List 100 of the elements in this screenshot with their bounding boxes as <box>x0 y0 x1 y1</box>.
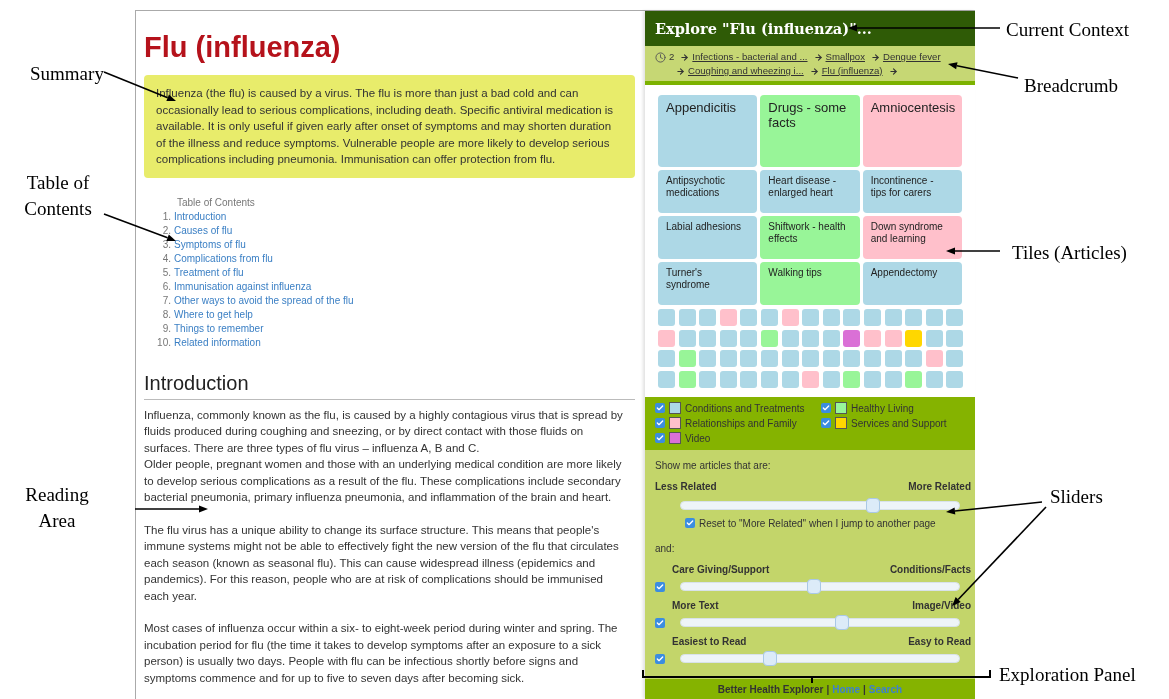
article-tile[interactable]: Appendicitis <box>658 95 758 167</box>
slider-thumb[interactable] <box>807 579 822 594</box>
checkbox[interactable] <box>655 403 665 413</box>
mini-tile[interactable] <box>822 370 840 388</box>
toc-link[interactable]: Treatment of flu <box>174 265 244 280</box>
article-tile[interactable]: Drugs - some facts <box>760 95 860 167</box>
mini-tile[interactable] <box>760 309 778 326</box>
mini-tile[interactable] <box>925 309 943 326</box>
mini-tile[interactable] <box>658 329 675 347</box>
breadcrumb-link[interactable]: Dengue fever <box>883 50 941 64</box>
mini-tile[interactable] <box>740 309 758 326</box>
article-tile[interactable]: Amniocentesis <box>862 95 962 167</box>
mini-tile[interactable] <box>905 329 923 347</box>
mini-tile[interactable] <box>781 350 799 367</box>
mini-tile[interactable] <box>781 370 799 388</box>
article-tile[interactable]: Labial adhesions <box>658 216 758 259</box>
mini-tile[interactable] <box>802 350 820 367</box>
slider-track[interactable] <box>680 654 960 663</box>
mini-tile[interactable] <box>760 370 778 388</box>
mini-tile[interactable] <box>843 309 861 326</box>
mini-tile[interactable] <box>781 329 799 347</box>
checkbox[interactable] <box>821 403 831 413</box>
toc-link[interactable]: Things to remember <box>174 321 264 336</box>
mini-tile[interactable] <box>946 350 964 367</box>
mini-tile[interactable] <box>760 350 778 367</box>
mini-tile[interactable] <box>699 309 717 326</box>
toc-link[interactable]: Other ways to avoid the spread of the flu <box>174 293 354 308</box>
toc-link[interactable]: Complications from flu <box>174 251 273 266</box>
mini-tile[interactable] <box>925 350 943 367</box>
mini-tile[interactable] <box>760 329 778 347</box>
slider-track[interactable] <box>680 618 960 627</box>
breadcrumb-link[interactable]: Infections - bacterial and ... <box>692 50 808 64</box>
mini-tile[interactable] <box>843 350 861 367</box>
article-tile[interactable]: Turner's syndrome <box>658 262 758 305</box>
mini-tile[interactable] <box>740 329 758 347</box>
mini-tile[interactable] <box>719 370 737 388</box>
mini-tile[interactable] <box>658 350 675 367</box>
toc-link[interactable]: Where to get help <box>174 307 253 322</box>
mini-tile[interactable] <box>658 370 675 388</box>
mini-tile[interactable] <box>925 370 943 388</box>
mini-tile[interactable] <box>678 370 696 388</box>
checkbox[interactable] <box>655 418 665 428</box>
mini-tile[interactable] <box>884 350 902 367</box>
mini-tile[interactable] <box>863 329 881 347</box>
slider-thumb[interactable] <box>762 651 777 666</box>
mini-tile[interactable] <box>678 309 696 326</box>
mini-tile[interactable] <box>863 309 881 326</box>
mini-tile[interactable] <box>678 350 696 367</box>
mini-tile[interactable] <box>905 350 923 367</box>
mini-tile[interactable] <box>719 329 737 347</box>
mini-tile[interactable] <box>740 370 758 388</box>
mini-tile[interactable] <box>802 309 820 326</box>
article-tile[interactable]: Down syndrome and learning <box>862 216 962 259</box>
mini-tile[interactable] <box>699 329 717 347</box>
mini-tile[interactable] <box>863 350 881 367</box>
mini-tile[interactable] <box>822 329 840 347</box>
checkbox[interactable] <box>685 518 695 528</box>
toc-link[interactable]: Introduction <box>174 209 227 224</box>
mini-tile[interactable] <box>863 370 881 388</box>
toc-link[interactable]: Causes of flu <box>174 223 233 238</box>
slider-thumb[interactable] <box>865 497 880 513</box>
mini-tile[interactable] <box>905 370 923 388</box>
toc-link[interactable]: Related information <box>174 335 261 350</box>
mini-tile[interactable] <box>946 370 964 388</box>
toc-link[interactable]: Immunisation against influenza <box>174 279 312 294</box>
mini-tile[interactable] <box>699 370 717 388</box>
mini-tile[interactable] <box>946 309 964 326</box>
article-tile[interactable]: Incontinence - tips for carers <box>862 170 962 213</box>
mini-tile[interactable] <box>658 309 675 326</box>
mini-tile[interactable] <box>802 329 820 347</box>
toc-link[interactable]: Symptoms of flu <box>174 237 246 252</box>
mini-tile[interactable] <box>781 309 799 326</box>
checkbox[interactable] <box>655 581 665 592</box>
checkbox[interactable] <box>655 617 665 628</box>
mini-tile[interactable] <box>843 370 861 388</box>
article-tile[interactable]: Walking tips <box>760 262 860 305</box>
mini-tile[interactable] <box>740 350 758 367</box>
mini-tile[interactable] <box>925 329 943 347</box>
checkbox[interactable] <box>821 418 831 428</box>
checkbox[interactable] <box>655 653 665 664</box>
mini-tile[interactable] <box>822 350 840 367</box>
mini-tile[interactable] <box>946 329 964 347</box>
mini-tile[interactable] <box>843 329 861 347</box>
checkbox[interactable] <box>655 433 665 443</box>
mini-tile[interactable] <box>884 329 902 347</box>
article-tile[interactable]: Antipsychotic medications <box>658 170 758 213</box>
breadcrumb-link[interactable]: Coughing and wheezing i... <box>688 64 804 78</box>
mini-tile[interactable] <box>699 350 717 367</box>
slider-track[interactable] <box>680 582 960 591</box>
mini-tile[interactable] <box>884 309 902 326</box>
breadcrumb-link[interactable]: Smallpox <box>825 50 865 64</box>
breadcrumb-link[interactable]: Flu (influenza) <box>821 64 883 78</box>
mini-tile[interactable] <box>719 350 737 367</box>
article-tile[interactable]: Shiftwork - health effects <box>760 216 860 259</box>
article-tile[interactable]: Appendectomy <box>862 262 962 305</box>
mini-tile[interactable] <box>822 309 840 326</box>
slider-thumb[interactable] <box>835 615 850 630</box>
mini-tile[interactable] <box>905 309 923 326</box>
article-tile[interactable]: Heart disease - enlarged heart <box>760 170 860 213</box>
mini-tile[interactable] <box>884 370 902 388</box>
